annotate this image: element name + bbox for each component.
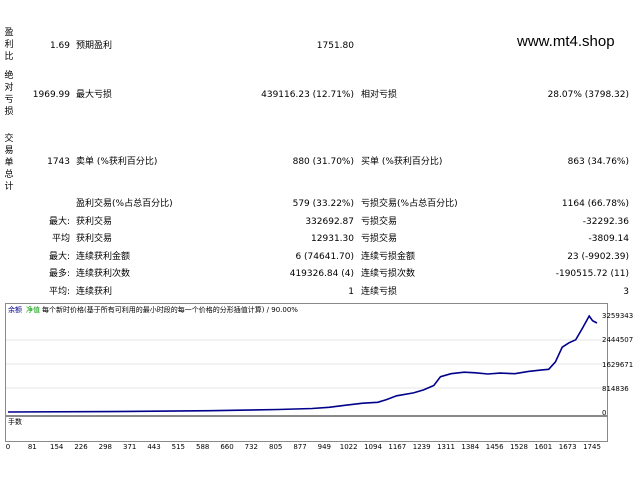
y-tick-3: 814836 xyxy=(602,385,629,393)
y-tick-1: 2444507 xyxy=(602,336,634,344)
x-tick-label: 1745 xyxy=(583,443,601,451)
x-tick-label: 1094 xyxy=(364,443,382,451)
x-tick-label: 1673 xyxy=(558,443,577,451)
x-tick-label: 154 xyxy=(50,443,64,451)
volume-label: 手数 xyxy=(8,418,22,426)
volume-panel xyxy=(5,416,608,442)
x-tick-label: 1528 xyxy=(510,443,528,451)
balance-chart-svg xyxy=(6,314,606,440)
x-tick-label: 298 xyxy=(98,443,112,451)
x-tick-label: 1022 xyxy=(339,443,358,451)
x-tick-label: 226 xyxy=(74,443,88,451)
x-tick-label: 81 xyxy=(27,443,37,451)
x-tick-label: 1601 xyxy=(534,443,553,451)
x-tick-label: 515 xyxy=(171,443,185,451)
y-tick-0: 3259343 xyxy=(602,312,634,320)
x-tick-label: 1239 xyxy=(412,443,431,451)
x-tick-label: 0 xyxy=(5,443,11,451)
x-tick-label: 371 xyxy=(123,443,137,451)
x-tick-label: 805 xyxy=(269,443,283,451)
x-tick-label: 1311 xyxy=(437,443,455,451)
x-tick-label: 949 xyxy=(317,443,331,451)
x-tick-label: 1384 xyxy=(461,443,480,451)
x-tick-label: 588 xyxy=(196,443,210,451)
x-tick-label: 1167 xyxy=(388,443,407,451)
x-tick-label: 877 xyxy=(293,443,307,451)
x-tick-label: 443 xyxy=(147,443,161,451)
x-tick-label: 732 xyxy=(244,443,258,451)
x-tick-label: 1456 xyxy=(485,443,504,451)
y-tick-2: 1629671 xyxy=(602,361,634,369)
x-tick-label: 660 xyxy=(220,443,234,451)
